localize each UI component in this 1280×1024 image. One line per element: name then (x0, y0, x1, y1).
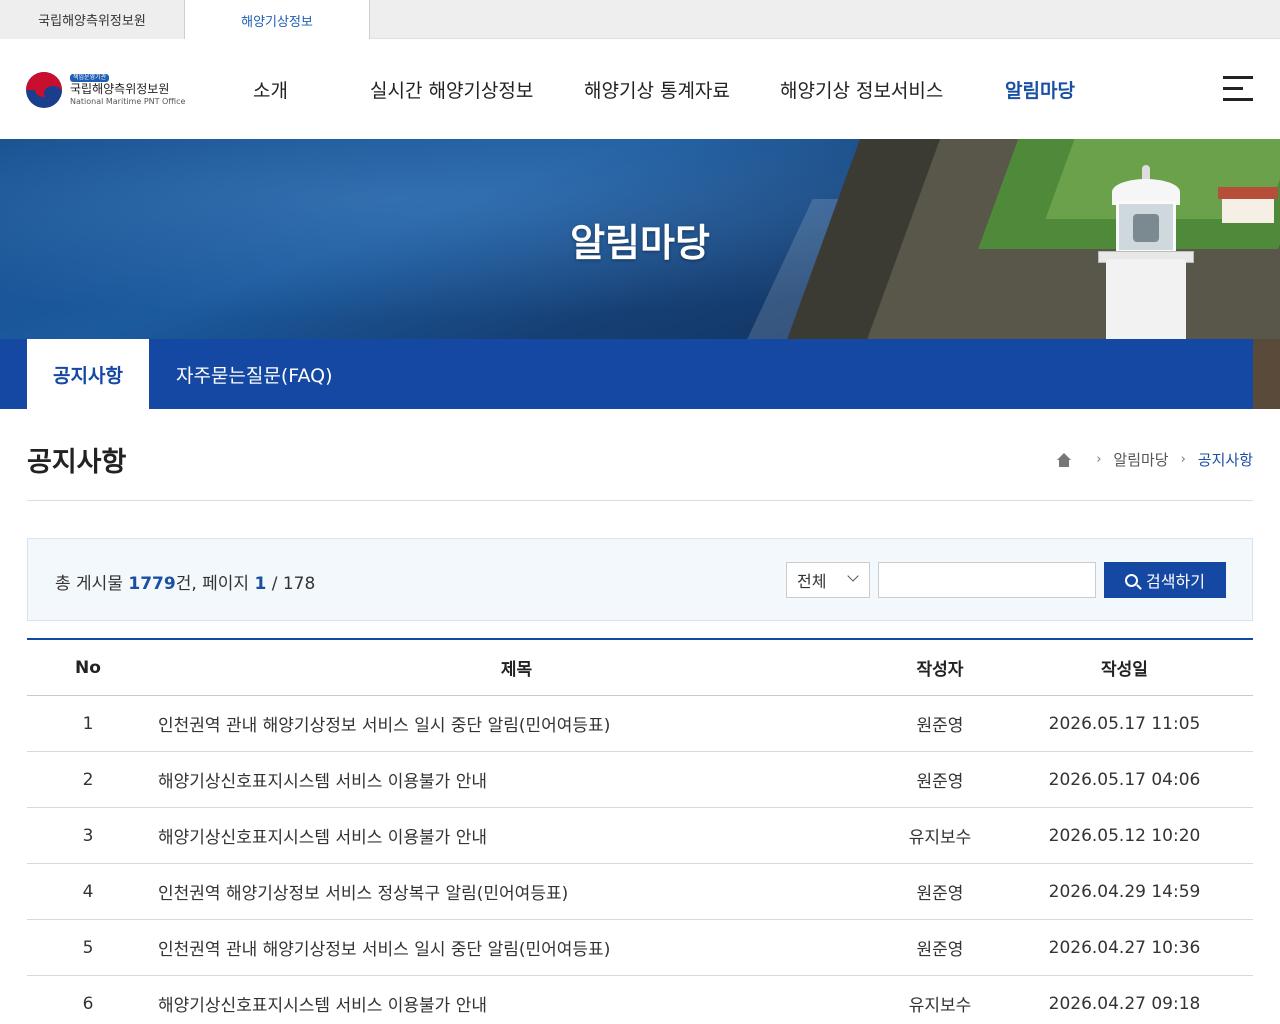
site-logo[interactable]: 책임운영기관 국립해양측위정보원 National Maritime PNT O… (26, 72, 185, 108)
logo-name-en: National Maritime PNT Office (70, 97, 186, 106)
breadcrumb-item-notice-board[interactable]: 알림마당 (1113, 449, 1168, 470)
row-date: 2026.04.27 09:18 (1048, 993, 1201, 1014)
row-no: 3 (82, 825, 94, 846)
nav-realtime-weather[interactable]: 실시간 해양기상정보 (370, 39, 533, 139)
table-row[interactable]: 4 인천권역 해양기상정보 서비스 정상복구 알림(민어여등표) 원준영 202… (27, 864, 1253, 920)
chevron-down-icon (847, 570, 859, 582)
banner-edge (1253, 339, 1280, 409)
search-panel: 총 게시물 1779건, 페이지 1 / 178 전체 검색하기 (27, 538, 1253, 621)
current-page: 1 (254, 574, 267, 594)
row-title-link[interactable]: 해양기상신호표지시스템 서비스 이용불가 안내 (149, 767, 884, 792)
table-row[interactable]: 6 해양기상신호표지시스템 서비스 이용불가 안내 유지보수 2026.04.2… (27, 976, 1253, 1024)
row-no: 1 (82, 713, 94, 734)
header-writer: 작성자 (916, 660, 964, 680)
search-input[interactable] (878, 562, 1096, 598)
row-writer: 유지보수 (908, 828, 972, 848)
hero-banner: 알림마당 (0, 139, 1280, 339)
row-writer: 원준영 (916, 716, 964, 736)
chevron-right-icon: › (1096, 452, 1102, 467)
row-title-link[interactable]: 인천권역 관내 해양기상정보 서비스 일시 중단 알림(민어여등표) (149, 935, 884, 960)
table-row[interactable]: 2 해양기상신호표지시스템 서비스 이용불가 안내 원준영 2026.05.17… (27, 752, 1253, 808)
row-date: 2026.05.17 04:06 (1048, 769, 1201, 790)
nav-intro[interactable]: 소개 (253, 39, 288, 139)
row-no: 5 (82, 937, 94, 958)
row-no: 6 (82, 993, 94, 1014)
site-tab-marine-weather[interactable]: 해양기상정보 (185, 0, 370, 40)
search-button[interactable]: 검색하기 (1104, 562, 1226, 598)
row-date: 2026.05.12 10:20 (1048, 825, 1201, 846)
search-category-select[interactable]: 전체 (786, 562, 870, 598)
home-icon[interactable] (1056, 452, 1072, 467)
notice-table: No 제목 작성자 작성일 1 인천권역 관내 해양기상정보 서비스 일시 중단… (27, 638, 1253, 1024)
header: 책임운영기관 국립해양측위정보원 National Maritime PNT O… (0, 39, 1280, 139)
nav-weather-services[interactable]: 해양기상 정보서비스 (780, 39, 943, 139)
row-writer: 유지보수 (908, 996, 972, 1016)
row-writer: 원준영 (916, 884, 964, 904)
row-title-link[interactable]: 인천권역 관내 해양기상정보 서비스 일시 중단 알림(민어여등표) (149, 711, 884, 736)
row-date: 2026.05.17 11:05 (1048, 713, 1201, 734)
search-icon (1125, 573, 1139, 587)
nav-notice-board[interactable]: 알림마당 (1005, 39, 1075, 139)
row-no: 2 (82, 769, 94, 790)
row-title-link[interactable]: 해양기상신호표지시스템 서비스 이용불가 안내 (149, 991, 884, 1016)
header-title: 제목 (500, 660, 533, 680)
row-writer: 원준영 (916, 940, 964, 960)
row-date: 2026.04.29 14:59 (1048, 881, 1201, 902)
table-row[interactable]: 3 해양기상신호표지시스템 서비스 이용불가 안내 유지보수 2026.05.1… (27, 808, 1253, 864)
sub-tabs: 공지사항 자주묻는질문(FAQ) (0, 339, 1253, 409)
table-header: No 제목 작성자 작성일 (27, 638, 1253, 696)
header-no: No (75, 657, 101, 678)
total-count-text: 총 게시물 1779건, 페이지 1 / 178 (55, 574, 316, 594)
tab-faq[interactable]: 자주묻는질문(FAQ) (176, 339, 333, 409)
row-title-link[interactable]: 해양기상신호표지시스템 서비스 이용불가 안내 (149, 823, 884, 848)
site-tabs: 국립해양측위정보원 해양기상정보 (0, 0, 1280, 40)
logo-name-kr: 국립해양측위정보원 (70, 82, 170, 96)
table-row[interactable]: 1 인천권역 관내 해양기상정보 서비스 일시 중단 알림(민어여등표) 원준영… (27, 696, 1253, 752)
banner-title: 알림마당 (570, 220, 710, 265)
site-tab-pnt-office[interactable]: 국립해양측위정보원 (0, 0, 185, 39)
header-date: 작성일 (1101, 660, 1148, 680)
row-writer: 원준영 (916, 772, 964, 792)
breadcrumb-item-current[interactable]: 공지사항 (1198, 449, 1253, 470)
logo-badge: 책임운영기관 (70, 74, 110, 82)
divider (27, 500, 1253, 501)
row-no: 4 (82, 881, 94, 902)
taegeuk-logo-icon (26, 72, 62, 108)
nav-weather-statistics[interactable]: 해양기상 통계자료 (584, 39, 730, 139)
total-count: 1779 (128, 574, 176, 594)
row-title-link[interactable]: 인천권역 해양기상정보 서비스 정상복구 알림(민어여등표) (149, 879, 884, 904)
table-row[interactable]: 5 인천권역 관내 해양기상정보 서비스 일시 중단 알림(민어여등표) 원준영… (27, 920, 1253, 976)
hamburger-menu-icon[interactable] (1223, 76, 1253, 102)
chevron-right-icon: › (1180, 452, 1186, 467)
tab-notices[interactable]: 공지사항 (27, 339, 149, 409)
page-title: 공지사항 (27, 447, 127, 478)
breadcrumb: › 알림마당 › 공지사항 (1056, 449, 1253, 470)
row-date: 2026.04.27 10:36 (1048, 937, 1201, 958)
